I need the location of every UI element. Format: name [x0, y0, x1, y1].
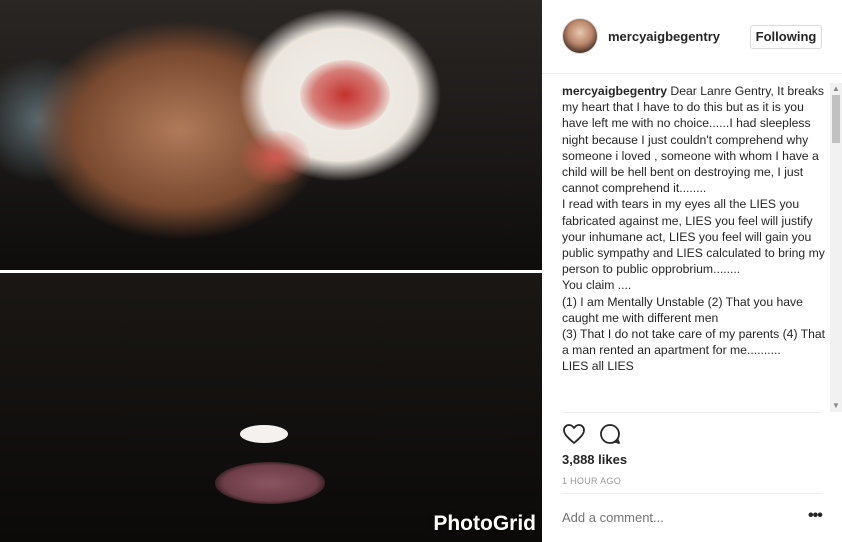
- divider: [562, 412, 822, 413]
- photo-watermark: PhotoGrid: [433, 512, 536, 535]
- likes-count[interactable]: 3,888 likes: [562, 452, 627, 467]
- comment-input[interactable]: [562, 510, 782, 525]
- caption-scrollbar[interactable]: ▲ ▼: [830, 83, 842, 412]
- following-button[interactable]: Following: [750, 25, 822, 49]
- avatar[interactable]: [562, 18, 598, 54]
- caption-text: Dear Lanre Gentry, It breaks my heart th…: [562, 84, 826, 374]
- post-timestamp[interactable]: 1 HOUR AGO: [562, 476, 621, 486]
- post-sidebar: mercyaigbegentry Following mercyaigbegen…: [542, 0, 842, 542]
- photo-detail: [215, 462, 325, 504]
- photo-top-panel: [0, 0, 542, 270]
- scroll-down-icon[interactable]: ▼: [830, 400, 842, 412]
- divider: [562, 493, 822, 494]
- scroll-up-icon[interactable]: ▲: [830, 83, 842, 95]
- caption-container[interactable]: mercyaigbegentry Dear Lanre Gentry, It b…: [562, 83, 826, 413]
- photo-detail: [240, 130, 310, 185]
- scrollbar-thumb[interactable]: [832, 95, 840, 143]
- username-link[interactable]: mercyaigbegentry: [608, 29, 720, 44]
- photo-detail: [240, 425, 288, 443]
- more-options-icon[interactable]: •••: [808, 507, 823, 525]
- post-header: mercyaigbegentry Following: [542, 0, 842, 74]
- caption: mercyaigbegentry Dear Lanre Gentry, It b…: [562, 83, 826, 375]
- heart-icon[interactable]: [562, 422, 588, 448]
- photo-detail: [300, 60, 390, 130]
- caption-username[interactable]: mercyaigbegentry: [562, 84, 667, 98]
- post-photo: PhotoGrid: [0, 0, 542, 542]
- comment-icon[interactable]: [598, 422, 624, 448]
